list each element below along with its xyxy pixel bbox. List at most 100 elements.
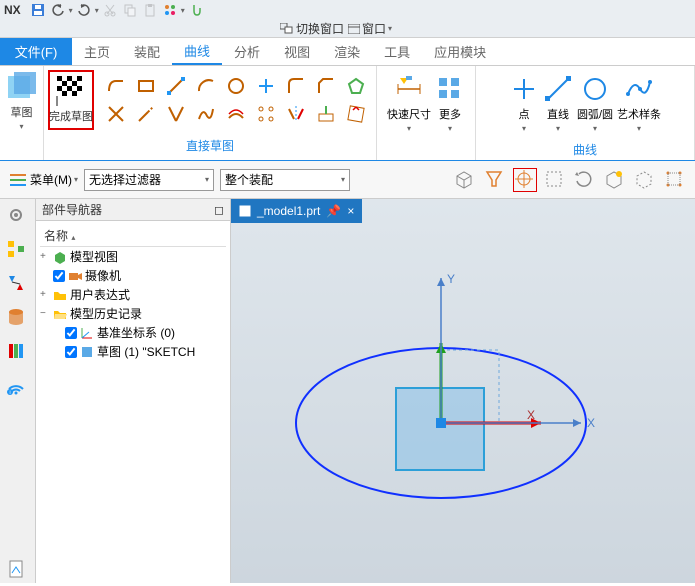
tab-curve[interactable]: 曲线 — [172, 38, 222, 65]
window-button[interactable]: 窗口 ▾ — [348, 20, 392, 37]
project-tool[interactable] — [314, 102, 338, 126]
tree-checkbox[interactable] — [53, 270, 65, 282]
tree-checkbox[interactable] — [65, 327, 77, 339]
tab-tools[interactable]: 工具 — [372, 38, 422, 65]
profile-tool[interactable] — [104, 74, 128, 98]
tree-user-expr[interactable]: + 用户表达式 — [40, 285, 226, 304]
touch-button[interactable] — [187, 1, 205, 19]
sel-solid-button[interactable] — [633, 168, 657, 192]
cross-icon — [256, 76, 276, 96]
tree-history[interactable]: − 模型历史记录 — [40, 304, 226, 323]
tab-app[interactable]: 应用模块 — [422, 38, 498, 65]
copy-button[interactable] — [121, 1, 139, 19]
tree-datum[interactable]: 基准坐标系 (0) — [40, 323, 226, 342]
tab-home[interactable]: 主页 — [72, 38, 122, 65]
save-button[interactable] — [29, 1, 47, 19]
circle-tool[interactable] — [224, 74, 248, 98]
quick-dimension-button[interactable]: 快速尺寸 ▾ — [387, 74, 431, 133]
file-menu[interactable]: 文件(F) — [0, 38, 72, 65]
origin-marker[interactable] — [436, 418, 446, 428]
more-button[interactable]: 更多 ▾ — [435, 74, 465, 133]
filter-select[interactable]: 无选择过滤器 ▾ — [84, 169, 214, 191]
nav-column-name[interactable]: 名称 ▴ — [40, 225, 226, 247]
polygon-icon — [346, 76, 366, 96]
offset-icon — [226, 104, 246, 124]
point-tool[interactable] — [254, 74, 278, 98]
sel-wire-button[interactable] — [543, 168, 567, 192]
viewport-tab-label: _model1.prt — [257, 204, 320, 218]
filter-value: 无选择过滤器 — [89, 171, 161, 188]
pin-icon[interactable]: 📌 — [326, 204, 341, 218]
sketch-button[interactable]: 草图 ▾ — [3, 70, 41, 131]
svg-text:i: i — [9, 390, 10, 395]
tree-label: 基准坐标系 (0) — [97, 324, 175, 341]
point-button[interactable]: 点 ▾ — [509, 74, 539, 133]
redo-dropdown[interactable]: ▾ — [95, 6, 99, 15]
corner-tool[interactable] — [164, 102, 188, 126]
sel-refresh-button[interactable] — [573, 168, 597, 192]
switch-window-label: 切换窗口 — [296, 20, 344, 37]
rail-books[interactable] — [6, 341, 30, 365]
tree-label: 摄像机 — [85, 267, 121, 284]
mirror-tool[interactable] — [284, 102, 308, 126]
spline-button[interactable]: 艺术样条 ▾ — [617, 74, 661, 133]
rail-settings[interactable] — [6, 205, 30, 229]
line-button[interactable]: 直线 ▾ — [543, 74, 573, 133]
line-tool[interactable] — [164, 74, 188, 98]
props-button[interactable] — [161, 1, 179, 19]
tree-model-view[interactable]: + 模型视图 — [40, 247, 226, 266]
paste-button[interactable] — [141, 1, 159, 19]
cut-button[interactable] — [101, 1, 119, 19]
database-icon — [6, 307, 26, 327]
fillet-tool[interactable] — [284, 74, 308, 98]
sel-cube-button[interactable] — [453, 168, 477, 192]
cube-icon — [453, 168, 475, 190]
menu-dropdown-button[interactable]: 菜单(M) ▾ — [8, 171, 78, 188]
viewport-tab[interactable]: _model1.prt 📌 × — [231, 199, 362, 223]
arc-tool[interactable] — [194, 74, 218, 98]
rectangle-tool[interactable] — [134, 74, 158, 98]
nav-pin-icon[interactable]: ◻ — [214, 203, 224, 217]
finish-sketch-button[interactable]: 完成草图 — [52, 74, 90, 124]
scene[interactable]: X X Y — [231, 223, 695, 583]
sel-filter-button[interactable] — [483, 168, 507, 192]
viewport[interactable]: _model1.prt 📌 × X X — [231, 199, 695, 583]
spline-icon — [196, 104, 216, 124]
offset-tool[interactable] — [224, 102, 248, 126]
rail-nav[interactable] — [6, 239, 30, 263]
polygon-tool[interactable] — [344, 74, 368, 98]
extend-tool[interactable] — [134, 102, 158, 126]
tree-sketch[interactable]: 草图 (1) "SKETCH — [40, 342, 226, 361]
x-label-outer: X — [587, 416, 595, 430]
spline-tool[interactable] — [194, 102, 218, 126]
sel-points-button[interactable] — [663, 168, 687, 192]
pattern-tool[interactable] — [254, 102, 278, 126]
chamfer-tool[interactable] — [314, 74, 338, 98]
undo-button[interactable] — [49, 1, 67, 19]
rail-db[interactable] — [6, 307, 30, 331]
close-icon[interactable]: × — [347, 204, 354, 218]
props-dropdown[interactable]: ▾ — [181, 6, 185, 15]
redo-button[interactable] — [75, 1, 93, 19]
expand-icon[interactable]: + — [40, 289, 50, 300]
convert-tool[interactable] — [344, 102, 368, 126]
sel-iso-button[interactable] — [603, 168, 627, 192]
rail-wifi[interactable]: i — [6, 375, 30, 399]
arc-button[interactable]: 圆弧/圆 ▾ — [577, 74, 613, 133]
tab-view[interactable]: 视图 — [272, 38, 322, 65]
switch-window-button[interactable]: 切换窗口 — [280, 20, 344, 37]
tab-analysis[interactable]: 分析 — [222, 38, 272, 65]
expand-icon[interactable]: + — [40, 251, 50, 262]
tree-camera[interactable]: 摄像机 — [40, 266, 226, 285]
sel-crosshair-button[interactable] — [513, 168, 537, 192]
tab-assembly[interactable]: 装配 — [122, 38, 172, 65]
trim-tool[interactable] — [104, 102, 128, 126]
assembly-select[interactable]: 整个装配 ▾ — [220, 169, 350, 191]
collapse-icon[interactable]: − — [40, 308, 50, 319]
undo-dropdown[interactable]: ▾ — [69, 6, 73, 15]
tree-checkbox[interactable] — [65, 346, 77, 358]
extend-icon — [136, 104, 156, 124]
rail-constraint[interactable] — [6, 273, 30, 297]
rail-doc[interactable] — [6, 559, 30, 583]
tab-render[interactable]: 渲染 — [322, 38, 372, 65]
